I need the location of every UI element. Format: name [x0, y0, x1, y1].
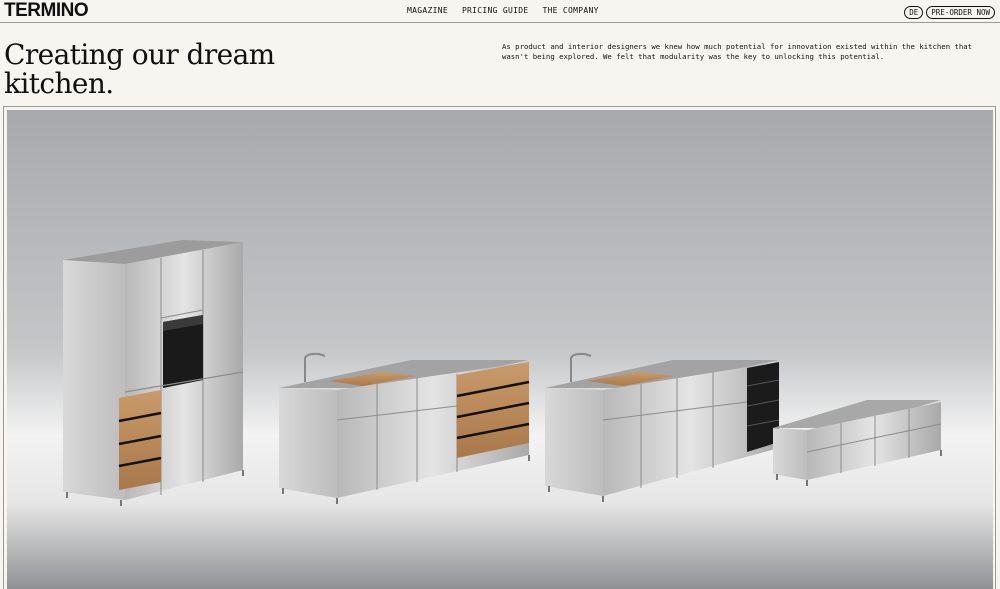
hero-image [7, 110, 993, 589]
nav-item-magazine[interactable]: MAGAZINE [407, 6, 448, 15]
language-toggle-button[interactable]: DE [904, 6, 924, 19]
main-nav: MAGAZINE PRICING GUIDE THE COMPANY [407, 6, 599, 15]
header-actions: DE PRE-ORDER NOW [904, 6, 995, 19]
page-title: Creating our dream kitchen. [4, 40, 404, 98]
preorder-button[interactable]: PRE-ORDER NOW [926, 6, 995, 19]
nav-item-pricing-guide[interactable]: PRICING GUIDE [462, 6, 529, 15]
intro-paragraph: As product and interior designers we kne… [502, 42, 973, 61]
nav-item-the-company[interactable]: THE COMPANY [542, 6, 598, 15]
brand-logo[interactable]: TERMINO [4, 0, 89, 22]
tall-cabinet-module [63, 240, 244, 506]
top-bar: TERMINO MAGAZINE PRICING GUIDE THE COMPA… [0, 0, 1000, 23]
page-title-line-2: kitchen. [4, 67, 114, 100]
kitchen-render [7, 110, 993, 589]
